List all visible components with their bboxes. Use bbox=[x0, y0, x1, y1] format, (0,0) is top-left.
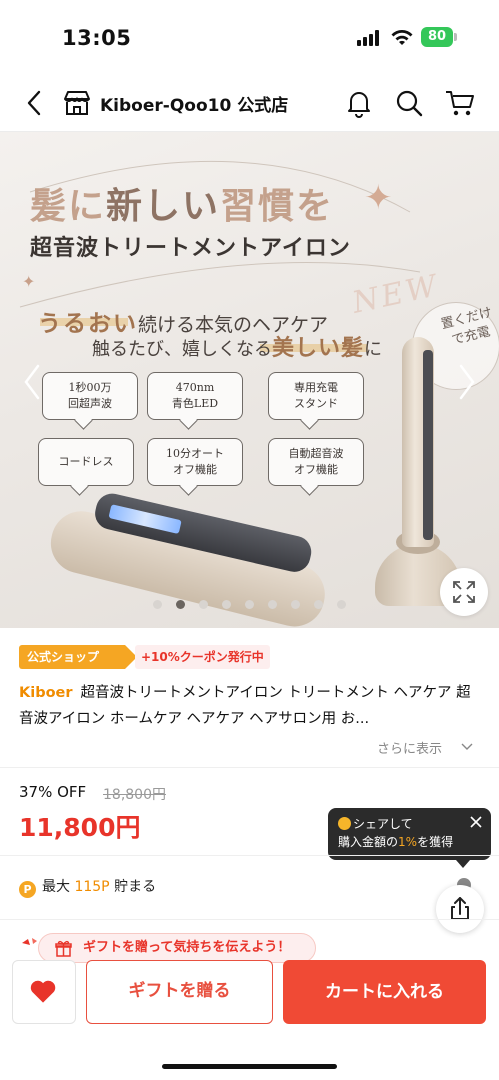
signal-icon bbox=[357, 30, 383, 46]
back-icon[interactable] bbox=[20, 88, 50, 118]
expand-icon bbox=[453, 581, 475, 603]
confetti-icon bbox=[22, 938, 37, 945]
points-icon: P bbox=[19, 881, 36, 898]
feature-bubble: 自動超音波 オフ機能 bbox=[268, 438, 364, 486]
gift-promo-banner[interactable]: ギフトを贈って気持ちを伝えよう！ bbox=[38, 933, 316, 963]
feature-bubble: コードレス bbox=[38, 438, 134, 486]
carousel-dot[interactable] bbox=[337, 600, 346, 609]
original-price: 18,800円 bbox=[103, 787, 166, 803]
share-icon bbox=[451, 897, 469, 920]
chevron-down-icon[interactable] bbox=[460, 740, 474, 754]
divider bbox=[0, 767, 499, 768]
bell-icon[interactable] bbox=[344, 88, 374, 118]
battery-icon: 80 bbox=[421, 27, 457, 47]
hero-subtitle: 超音波トリートメントアイロン bbox=[30, 236, 351, 261]
feature-bubble: 10分オート オフ機能 bbox=[147, 438, 243, 486]
heart-icon bbox=[30, 980, 56, 1003]
sparkle-icon: ✦ bbox=[364, 178, 393, 218]
add-to-cart-button[interactable]: カートに入れる bbox=[283, 960, 486, 1024]
carousel-dot[interactable] bbox=[153, 600, 162, 609]
carousel-dot[interactable] bbox=[176, 600, 185, 609]
shop-icon[interactable] bbox=[62, 90, 92, 116]
favorite-button[interactable] bbox=[12, 960, 76, 1024]
divider bbox=[0, 919, 499, 920]
show-more-link[interactable]: さらに表示 bbox=[377, 738, 442, 757]
store-title[interactable]: Kiboer-Qoo10 公式店 bbox=[100, 91, 288, 116]
divider bbox=[0, 855, 499, 856]
close-icon[interactable] bbox=[469, 815, 483, 829]
gift-button[interactable]: ギフトを贈る bbox=[86, 960, 273, 1024]
carousel-dot[interactable] bbox=[222, 600, 231, 609]
hero-headline: 髪に新しい習慣を bbox=[30, 185, 335, 227]
product-title-text: 超音波トリートメントアイロン トリートメント ヘアケア 超音波アイロン ホームケ… bbox=[19, 685, 471, 727]
carousel-next-icon[interactable] bbox=[455, 362, 479, 402]
cart-icon[interactable] bbox=[444, 88, 476, 118]
product-image-carousel[interactable]: 髪に新しい習慣を ✦ ✦ 超音波トリートメントアイロン NEW うるおい続ける本… bbox=[0, 132, 499, 628]
points-info: P 最大 115P 貯まる bbox=[19, 876, 156, 898]
battery-level: 80 bbox=[421, 27, 453, 47]
nav-header: Kiboer-Qoo10 公式店 bbox=[0, 76, 499, 132]
share-tooltip: シェアして 購入金額の1%を獲得 bbox=[328, 808, 491, 868]
hero-tagline-2: 触るたび、嬉しくなる美しい髪に bbox=[92, 335, 383, 361]
carousel-dot[interactable] bbox=[291, 600, 300, 609]
brand-name[interactable]: Kiboer bbox=[19, 685, 73, 701]
gift-icon bbox=[55, 940, 72, 957]
carousel-prev-icon[interactable] bbox=[20, 362, 44, 402]
status-bar: 13:05 80 bbox=[0, 0, 499, 76]
wifi-icon bbox=[391, 30, 413, 45]
product-title: Kiboer 超音波トリートメントアイロン トリートメント ヘアケア 超音波アイロ… bbox=[19, 680, 481, 732]
carousel-dot[interactable] bbox=[245, 600, 254, 609]
status-time: 13:05 bbox=[62, 26, 132, 50]
carousel-dot[interactable] bbox=[199, 600, 208, 609]
official-shop-badge[interactable]: 公式ショップ bbox=[19, 645, 137, 669]
discount-rate: 37% OFF bbox=[19, 783, 87, 801]
carousel-dot[interactable] bbox=[314, 600, 323, 609]
share-button[interactable] bbox=[436, 885, 484, 933]
coupon-badge[interactable]: +10%クーポン発行中 bbox=[135, 645, 270, 669]
home-indicator bbox=[162, 1064, 337, 1069]
current-price: 11,800円 bbox=[19, 813, 141, 842]
feature-bubble: 専用充電 スタンド bbox=[268, 372, 364, 420]
carousel-dot[interactable] bbox=[268, 600, 277, 609]
feature-bubble: 1秒00万 回超声波 bbox=[42, 372, 138, 420]
search-icon[interactable] bbox=[394, 88, 424, 118]
feature-bubble: 470nm 青色LED bbox=[147, 372, 243, 420]
sparkle-icon: ✦ bbox=[22, 272, 36, 291]
expand-button[interactable] bbox=[440, 568, 488, 616]
coin-icon bbox=[338, 817, 351, 830]
